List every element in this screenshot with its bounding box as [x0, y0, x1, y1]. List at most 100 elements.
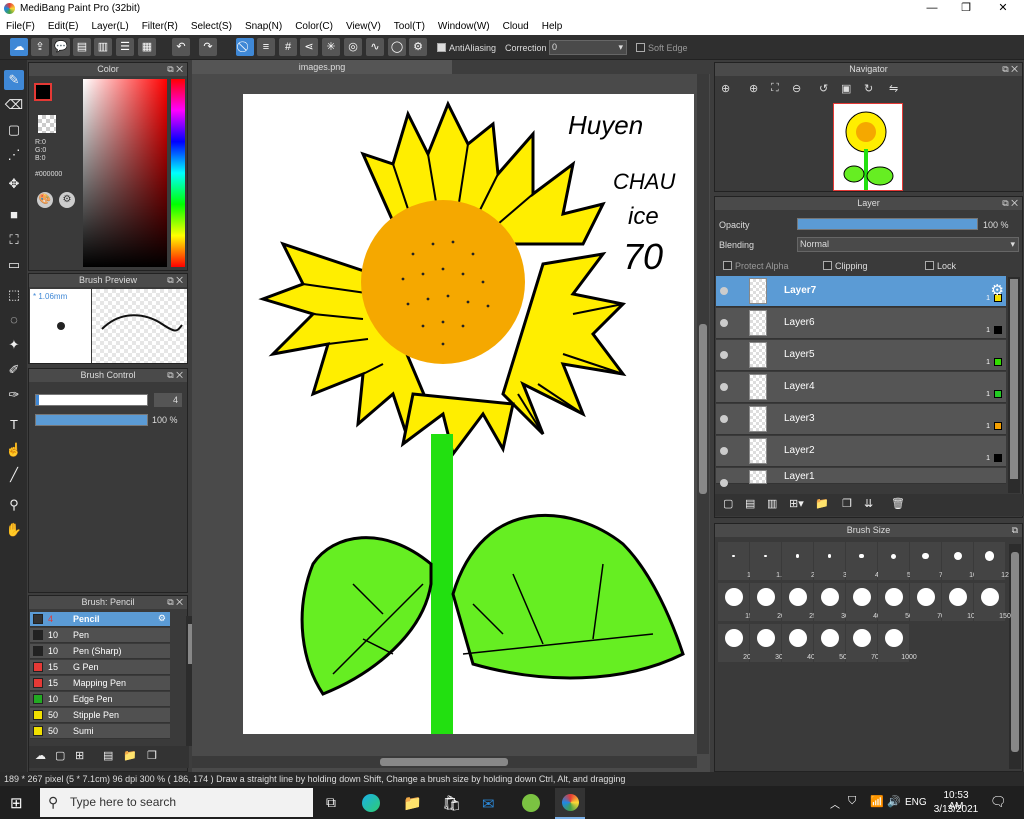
brush-settings-icon[interactable]: ▤ [103, 749, 113, 762]
eraser-tool-icon[interactable]: ⌫ [4, 95, 24, 115]
minimize-button[interactable]: — [922, 1, 942, 17]
eye-icon[interactable] [720, 383, 728, 391]
brush-size-option[interactable]: 500 [814, 624, 851, 662]
menu-layer[interactable]: Layer(L) [91, 18, 128, 35]
brush-opacity-slider[interactable] [35, 414, 148, 426]
snap-circle-icon[interactable]: ◎ [344, 38, 362, 56]
zoom-out-icon[interactable]: ⊖ [792, 82, 801, 95]
gradient-tool-icon[interactable]: ▭ [4, 255, 24, 275]
palette-icon[interactable]: 🎨 [37, 192, 53, 208]
fit-window-icon[interactable]: ⛶ [771, 82, 779, 95]
medibang-taskbar-button[interactable] [555, 788, 585, 819]
new-halftone-layer-icon[interactable]: ▤ [745, 497, 755, 510]
fill-rect-tool-icon[interactable]: ■ [4, 205, 24, 225]
menu-filter[interactable]: Filter(R) [142, 18, 178, 35]
brush-size-option[interactable]: 10 [942, 542, 977, 580]
brush-size-option[interactable]: 200 [718, 624, 755, 662]
operation-tool-icon[interactable]: ☝ [4, 440, 24, 460]
gear-icon[interactable]: ⚙ [158, 613, 166, 624]
brush-size-option[interactable]: 25 [782, 583, 817, 621]
menu-file[interactable]: File(F) [6, 18, 35, 35]
brush-size-option[interactable]: 70 [910, 583, 945, 621]
panel-close-icon[interactable]: ⧉ ✕ [167, 369, 183, 382]
layer-list-scrollbar[interactable] [1008, 277, 1020, 493]
snap-parallel-icon[interactable]: ≡ [257, 38, 275, 56]
brush-tool-icon[interactable]: ✎ [4, 70, 24, 90]
volume-icon[interactable]: 🔊 [887, 795, 901, 808]
brush-item[interactable]: 4 Pencil ⚙ [30, 612, 170, 627]
cloud-save-icon[interactable]: ☁ [10, 38, 28, 56]
snap-perspective-icon[interactable]: ⋖ [300, 38, 318, 56]
layer-row[interactable]: Layer7 1 ⚙ [716, 276, 1006, 307]
lasso-tool-icon[interactable]: ◌ [4, 310, 24, 330]
layer-row[interactable]: Layer4 1 [716, 372, 1006, 403]
zoom-fit-icon[interactable]: ⊕ [721, 82, 730, 95]
move-tool-icon[interactable]: ✥ [4, 174, 24, 194]
soft-edge-checkbox[interactable]: Soft Edge [636, 43, 688, 53]
rectangle-tool-icon[interactable]: ▢ [4, 120, 24, 140]
protect-alpha-checkbox[interactable]: Protect Alpha [723, 261, 789, 271]
select-rect-icon[interactable]: ⬚ [4, 285, 24, 305]
task-view-icon[interactable]: ⧉ [326, 794, 336, 811]
layer-row[interactable]: Layer2 1 [716, 436, 1006, 467]
brush-size-option[interactable]: 1 [718, 542, 751, 580]
speech-bubble-icon[interactable]: 💬 [52, 38, 70, 56]
magic-wand-icon[interactable]: ✦ [4, 335, 24, 355]
brush-size-option[interactable]: 12 [974, 542, 1009, 580]
new-layer-icon[interactable]: ▢ [723, 497, 733, 510]
cloud-brush-icon[interactable]: ☁ [35, 749, 46, 762]
document-tab[interactable]: images.png [192, 60, 452, 74]
comment-icon[interactable]: ▤ [73, 38, 91, 56]
drawing-canvas[interactable]: Huyen CHAU ice 70 [243, 94, 694, 734]
edge-browser-icon[interactable] [362, 794, 380, 812]
canvas-vertical-scrollbar[interactable] [697, 74, 709, 754]
snap-curve-icon[interactable]: ∿ [366, 38, 384, 56]
brush-size-option[interactable]: 1000 [878, 624, 917, 662]
snap-off-icon[interactable]: ⃠ [236, 38, 254, 56]
brush-size-option[interactable]: 4 [846, 542, 879, 580]
taskbar-search-input[interactable]: ⚲ Type here to search [40, 788, 313, 817]
menu-color[interactable]: Color(C) [295, 18, 333, 35]
panel-close-icon[interactable]: ⧉ ✕ [1002, 197, 1018, 210]
mail-icon[interactable]: ✉ [482, 795, 495, 813]
brush-size-option[interactable]: 400 [782, 624, 819, 662]
delete-layer-icon[interactable]: 🗑 [891, 497, 905, 510]
brush-size-option[interactable]: 7 [910, 542, 943, 580]
antialiasing-checkbox[interactable]: AntiAliasing [437, 43, 496, 53]
store-icon[interactable]: 🛍 [442, 794, 461, 812]
close-button[interactable]: ✕ [993, 1, 1013, 17]
flip-icon[interactable]: ⇋ [889, 82, 898, 95]
menu-help[interactable]: Help [542, 18, 563, 35]
export-icon[interactable]: ⇪ [31, 38, 49, 56]
menu-view[interactable]: View(V) [346, 18, 381, 35]
layer-folder-icon[interactable]: 📁 [815, 497, 829, 510]
chrome-app-icon[interactable] [522, 794, 540, 812]
correction-select[interactable]: 0 ▾ [549, 40, 627, 55]
select-pen-icon[interactable]: ✐ [4, 360, 24, 380]
brush-size-option[interactable]: 150 [974, 583, 1011, 621]
brush-size-option[interactable]: 3 [814, 542, 847, 580]
panel-close-icon[interactable]: ⧉ [1012, 524, 1018, 537]
hue-slider[interactable] [171, 79, 185, 267]
brush-item[interactable]: 50 Stipple Pen [30, 708, 170, 723]
brush-size-option[interactable]: 15 [718, 583, 753, 621]
zoom-in-icon[interactable]: ⊕ [749, 82, 758, 95]
file-explorer-icon[interactable]: 📁 [403, 794, 422, 812]
lock-checkbox[interactable]: Lock [925, 261, 956, 271]
notification-icon[interactable]: 🗨 [990, 794, 1007, 810]
eye-icon[interactable] [720, 319, 728, 327]
restore-button[interactable]: ❐ [956, 1, 976, 17]
brush-size-slider[interactable] [35, 394, 148, 406]
undo-icon[interactable]: ↶ [172, 38, 190, 56]
brush-size-option[interactable]: 50 [878, 583, 913, 621]
brush-item[interactable]: 50 Sumi [30, 724, 170, 739]
menu-edit[interactable]: Edit(E) [48, 18, 79, 35]
navigator-thumbnail[interactable] [833, 103, 903, 191]
redo-icon[interactable]: ↷ [199, 38, 217, 56]
brush-size-option[interactable]: 20 [750, 583, 785, 621]
reset-view-icon[interactable]: ▣ [841, 82, 851, 95]
bucket-tool-icon[interactable]: ⛶ [4, 230, 24, 250]
brush-item[interactable]: 10 Pen (Sharp) [30, 644, 170, 659]
menu-window[interactable]: Window(W) [438, 18, 490, 35]
new-8bit-layer-icon[interactable]: ▥ [767, 497, 777, 510]
